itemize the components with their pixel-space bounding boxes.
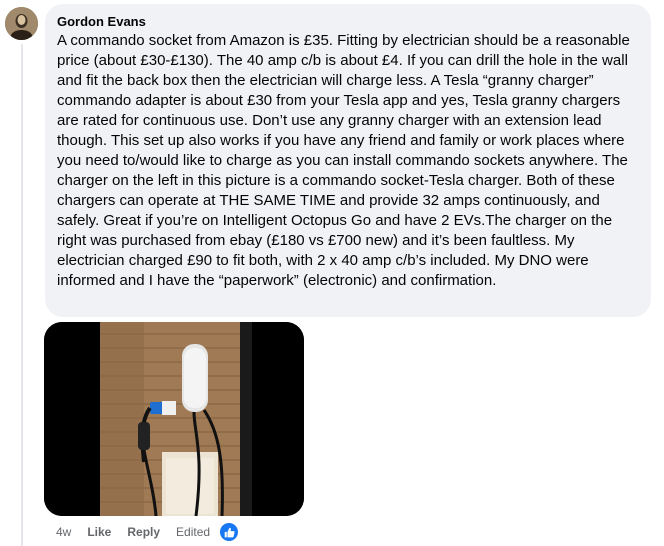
comment-timestamp[interactable]: 4w — [56, 525, 71, 539]
comment-text: A commando socket from Amazon is £35. Fi… — [57, 32, 630, 289]
comment-author[interactable]: Gordon Evans — [57, 14, 639, 30]
reply-button[interactable]: Reply — [127, 525, 160, 539]
comment-actions: 4w Like Reply Edited — [56, 521, 239, 543]
comment-photo[interactable] — [44, 322, 304, 516]
thread-line — [21, 44, 23, 546]
thumbs-up-icon[interactable] — [220, 523, 239, 541]
avatar[interactable] — [5, 7, 38, 40]
photo-chargers-on-brick-wall — [44, 322, 304, 516]
edited-label[interactable]: Edited — [176, 525, 210, 539]
like-button[interactable]: Like — [87, 525, 111, 539]
avatar-image — [5, 7, 38, 40]
comment-bubble: Gordon Evans A commando socket from Amaz… — [45, 4, 651, 317]
